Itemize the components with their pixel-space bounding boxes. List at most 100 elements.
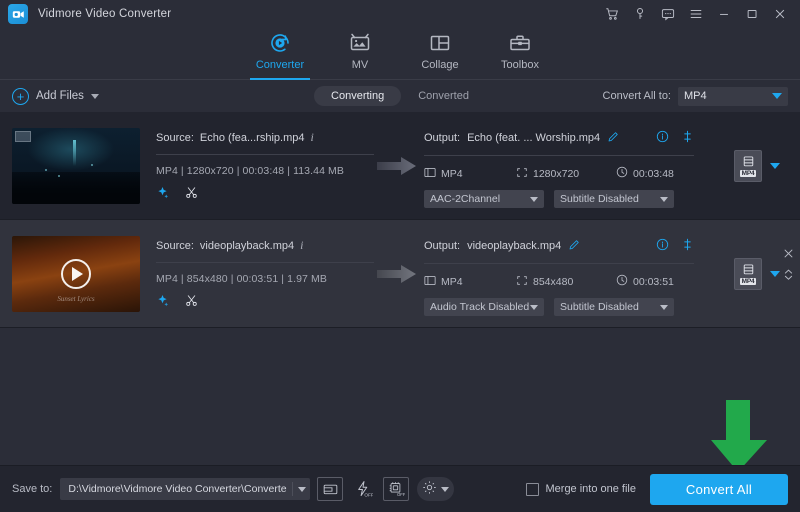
format-badge-label: MP4 bbox=[740, 170, 757, 177]
source-info: Source: videoplayback.mp4 i MP4 | 854x48… bbox=[156, 220, 374, 310]
convert-all-to-select[interactable]: MP4 bbox=[678, 87, 788, 106]
close-x-icon[interactable] bbox=[783, 248, 794, 262]
tab-collage[interactable]: Collage bbox=[400, 28, 480, 80]
info-icon[interactable]: i bbox=[300, 238, 303, 253]
app-logo-icon bbox=[8, 4, 28, 24]
divider bbox=[156, 262, 374, 263]
video-thumbnail[interactable]: Sunset Lyrics bbox=[12, 236, 140, 312]
source-filename: Echo (fea...rship.mp4 bbox=[200, 132, 305, 144]
resolution-icon bbox=[516, 167, 528, 181]
key-icon[interactable] bbox=[626, 1, 654, 27]
pencil-icon[interactable] bbox=[568, 239, 580, 254]
segment-converting[interactable]: Converting bbox=[314, 86, 401, 106]
info-icon[interactable] bbox=[656, 130, 669, 146]
chevron-down-icon[interactable] bbox=[91, 94, 99, 99]
chevron-down-icon bbox=[660, 305, 668, 310]
folder-icon[interactable] bbox=[317, 477, 343, 501]
magic-wand-icon[interactable] bbox=[156, 294, 169, 310]
add-files-button[interactable]: + Add Files bbox=[12, 88, 99, 105]
thumbnail-beam bbox=[73, 140, 76, 166]
tab-collage-label: Collage bbox=[421, 59, 458, 71]
subtitle-value: Subtitle Disabled bbox=[560, 301, 639, 313]
play-icon[interactable] bbox=[61, 259, 91, 289]
subtitle-value: Subtitle Disabled bbox=[560, 193, 639, 205]
info-icon[interactable] bbox=[656, 238, 669, 254]
scissors-icon[interactable] bbox=[185, 294, 198, 310]
chevron-down-icon[interactable] bbox=[770, 271, 780, 277]
output-duration: 00:03:51 bbox=[633, 276, 674, 288]
output-duration: 00:03:48 bbox=[633, 168, 674, 180]
chevron-down-icon[interactable] bbox=[298, 487, 306, 492]
save-path-input[interactable]: D:\Vidmore\Vidmore Video Converter\Conve… bbox=[60, 478, 310, 500]
scissors-icon[interactable] bbox=[185, 186, 198, 202]
status-filter-segmented: Converting Converted bbox=[314, 86, 486, 106]
table-row[interactable]: Source: Echo (fea...rship.mp4 i MP4 | 12… bbox=[0, 112, 800, 220]
settings-button[interactable] bbox=[417, 477, 454, 501]
output-title: Output: videoplayback.mp4 bbox=[424, 238, 694, 254]
toolbox-icon bbox=[508, 30, 532, 56]
menu-icon[interactable] bbox=[682, 1, 710, 27]
minimize-icon[interactable] bbox=[710, 1, 738, 27]
thumbnail-watermark: Sunset Lyrics bbox=[12, 295, 140, 303]
title-bar: Vidmore Video Converter bbox=[0, 0, 800, 28]
gpu-off-icon[interactable]: OFF bbox=[383, 477, 409, 501]
segment-converted[interactable]: Converted bbox=[401, 86, 486, 106]
output-info: Output: Echo (feat. ... Worship.mp4 bbox=[424, 112, 694, 208]
merge-into-one-file-checkbox[interactable]: Merge into one file bbox=[526, 483, 637, 496]
source-filename: videoplayback.mp4 bbox=[200, 240, 294, 252]
close-icon[interactable] bbox=[766, 1, 794, 27]
chevron-down-icon bbox=[772, 93, 782, 99]
feedback-icon[interactable] bbox=[654, 1, 682, 27]
window-controls bbox=[598, 1, 794, 27]
audio-track-select[interactable]: AAC-2Channel bbox=[424, 190, 544, 208]
adjust-icon[interactable] bbox=[681, 130, 694, 146]
table-row[interactable]: Sunset Lyrics Source: videoplayback.mp4 … bbox=[0, 220, 800, 328]
plus-circle-icon: + bbox=[12, 88, 29, 105]
source-prefix: Source: bbox=[156, 132, 194, 144]
format-icon bbox=[424, 275, 436, 289]
info-icon[interactable]: i bbox=[310, 130, 313, 145]
output-filename: Echo (feat. ... Worship.mp4 bbox=[467, 132, 600, 144]
converter-icon bbox=[268, 30, 292, 56]
output-info: Output: videoplayback.mp4 bbox=[424, 220, 694, 316]
lightning-off-icon[interactable]: OFF bbox=[350, 477, 376, 501]
source-title: Source: Echo (fea...rship.mp4 i bbox=[156, 130, 374, 145]
source-actions bbox=[156, 294, 374, 310]
subtitle-select[interactable]: Subtitle Disabled bbox=[554, 190, 674, 208]
tab-toolbox[interactable]: Toolbox bbox=[480, 28, 560, 80]
video-thumbnail[interactable] bbox=[12, 128, 140, 204]
output-meta: MP4 1280x720 bbox=[424, 166, 694, 181]
thumbnail-stage bbox=[12, 172, 140, 204]
bottom-bar-right: Merge into one file Convert All bbox=[526, 474, 789, 505]
convert-all-to-group: Convert All to: MP4 bbox=[603, 87, 788, 106]
format-badge-label: MP4 bbox=[740, 278, 757, 285]
adjust-icon[interactable] bbox=[681, 238, 694, 254]
chevron-down-icon[interactable] bbox=[770, 163, 780, 169]
output-track-selects: AAC-2Channel Subtitle Disabled bbox=[424, 190, 694, 208]
output-filename: videoplayback.mp4 bbox=[467, 240, 561, 252]
chevron-down-icon bbox=[441, 487, 449, 492]
convert-all-button[interactable]: Convert All bbox=[650, 474, 788, 505]
tab-mv[interactable]: MV bbox=[320, 28, 400, 80]
conversion-arrow-icon bbox=[374, 154, 420, 178]
source-title: Source: videoplayback.mp4 i bbox=[156, 238, 374, 253]
checkbox-box bbox=[526, 483, 539, 496]
audio-track-value: Audio Track Disabled bbox=[430, 301, 529, 313]
pencil-icon[interactable] bbox=[607, 131, 619, 146]
chevron-updown-icon[interactable] bbox=[783, 267, 794, 285]
resolution-icon bbox=[516, 275, 528, 289]
add-files-label: Add Files bbox=[36, 90, 84, 102]
magic-wand-icon[interactable] bbox=[156, 186, 169, 202]
svg-text:OFF: OFF bbox=[364, 492, 373, 497]
format-icon bbox=[424, 167, 436, 181]
subtitle-select[interactable]: Subtitle Disabled bbox=[554, 298, 674, 316]
tab-converter[interactable]: Converter bbox=[240, 28, 320, 80]
file-list-empty-area bbox=[0, 328, 800, 468]
audio-track-select[interactable]: Audio Track Disabled bbox=[424, 298, 544, 316]
output-format-badge[interactable]: MP4 bbox=[734, 258, 762, 290]
maximize-icon[interactable] bbox=[738, 1, 766, 27]
tab-toolbox-label: Toolbox bbox=[501, 59, 539, 71]
svg-text:OFF: OFF bbox=[397, 492, 405, 497]
output-format-badge[interactable]: MP4 bbox=[734, 150, 762, 182]
cart-icon[interactable] bbox=[598, 1, 626, 27]
